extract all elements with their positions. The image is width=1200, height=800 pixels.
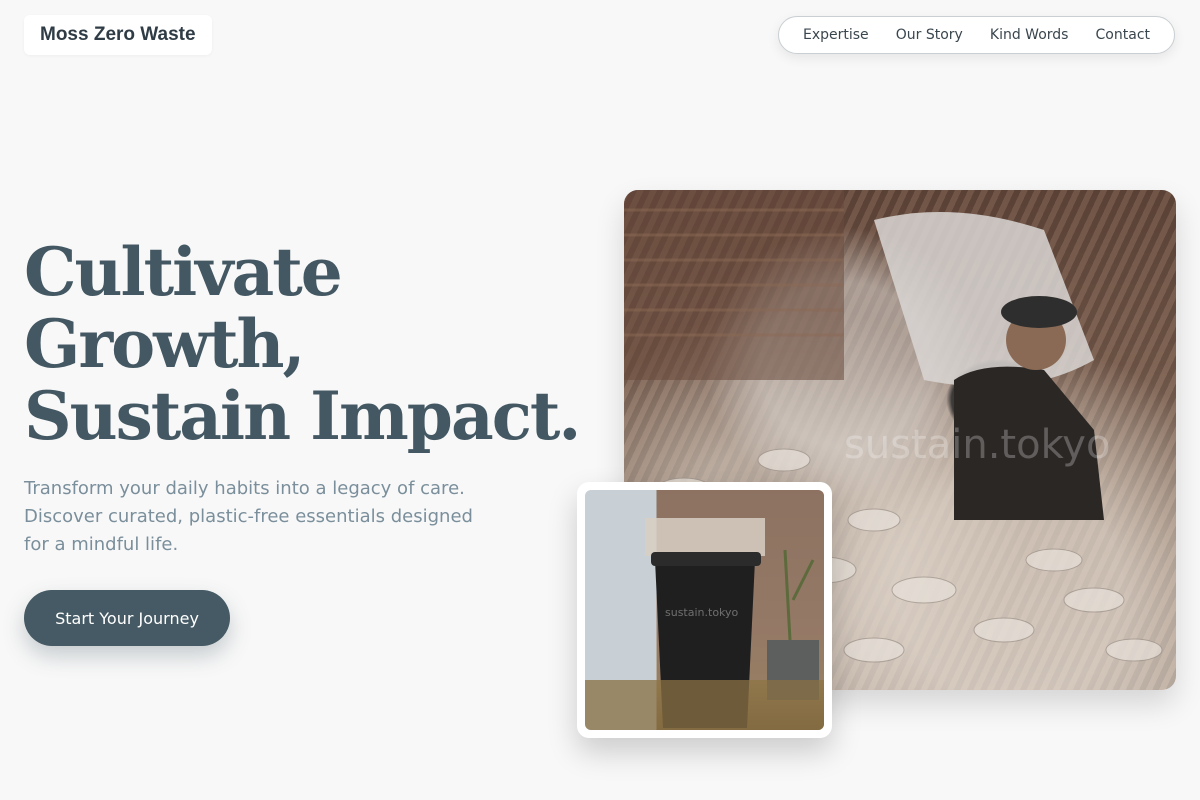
start-journey-button[interactable]: Start Your Journey [24, 590, 230, 646]
brand-logo[interactable]: Moss Zero Waste [24, 15, 212, 55]
main-nav: Expertise Our Story Kind Words Contact [778, 16, 1175, 54]
main-photo-watermark: sustain.tokyo [844, 422, 1110, 468]
inset-photo-watermark: sustain.tokyo [665, 606, 739, 619]
page: Moss Zero Waste Expertise Our Story Kind… [0, 0, 1200, 800]
nav-item-contact[interactable]: Contact [1096, 27, 1150, 43]
nav-item-expertise[interactable]: Expertise [803, 27, 869, 43]
headline-line-1: Cultivate [24, 233, 343, 311]
headline-line-3: Sustain Impact. [24, 377, 581, 455]
headline-line-2: Growth, [24, 305, 305, 383]
inset-illustration: sustain.tokyo [585, 490, 824, 730]
hero-subtext: Transform your daily habits into a legac… [24, 478, 473, 555]
nav-item-our-story[interactable]: Our Story [896, 27, 963, 43]
inset-photo-frame: sustain.tokyo [577, 482, 832, 738]
inset-photo-waste-bin: sustain.tokyo [585, 490, 824, 730]
hero-headline: Cultivate Growth, Sustain Impact. [24, 233, 581, 455]
brand-name: Moss Zero Waste [40, 24, 196, 45]
nav-item-kind-words[interactable]: Kind Words [990, 27, 1069, 43]
